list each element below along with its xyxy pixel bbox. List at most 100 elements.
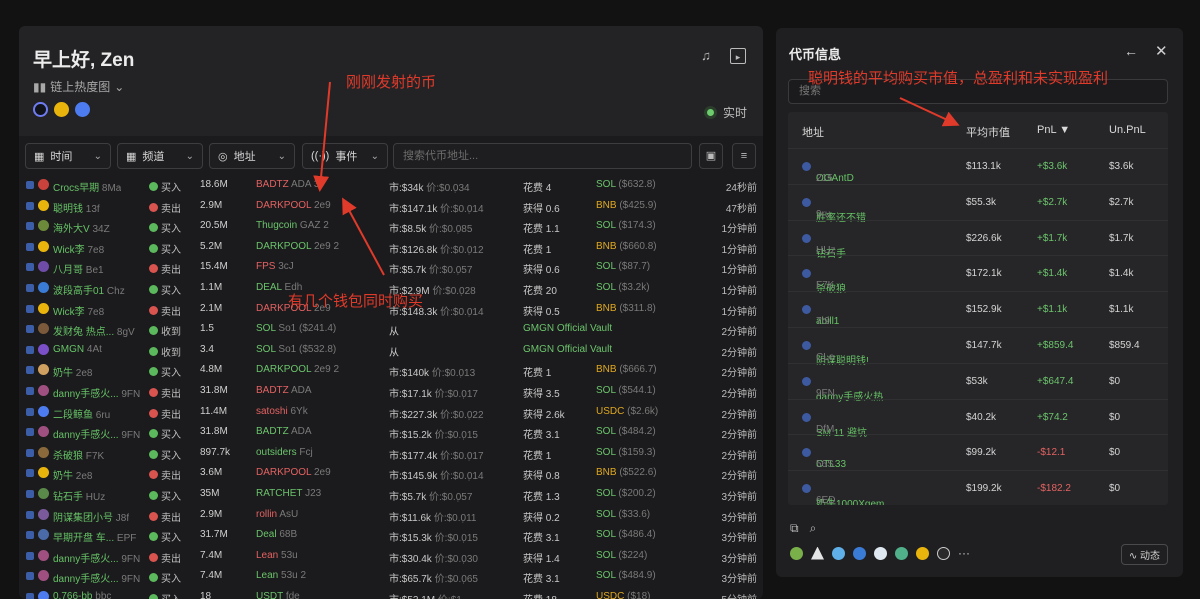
channel-filter[interactable]: ▦ 频道 ⌄	[117, 143, 203, 169]
wallet-name[interactable]: GMGN 4At	[53, 344, 102, 355]
wallet-name[interactable]: Wick李 7e8	[53, 241, 104, 256]
avatar[interactable]	[38, 467, 49, 479]
holder-row[interactable]: CTL33 56S $99.2k -$12.1 $0	[788, 434, 1168, 470]
holder-row[interactable]: abill1 7t9 $152.9k +$1.1k $1.1k	[788, 291, 1168, 327]
token-link[interactable]: DARKPOOL 2e9 2	[256, 364, 339, 375]
token-link[interactable]: BADTZ ADA	[256, 385, 312, 396]
folder-icon[interactable]: ▣	[699, 143, 723, 169]
token-link[interactable]: FPS 3cJ	[256, 261, 294, 272]
activity-row[interactable]: 八月哥 Be1 卖出 15.4M FPS 3cJ 市:$5.7k 价:$0.0̣57 获得…	[19, 257, 763, 278]
token-search-input[interactable]: 搜索代币地址...	[393, 143, 692, 169]
activity-row[interactable]: 奶牛 2e8 买入 4.8M DARKPOOL 2e9 2 市:$140k 价:$0.0…	[19, 360, 763, 381]
activity-row[interactable]: 聪明钱 13f 卖出 2.9M DARKPOOL 2e9 市:$147.1k 价:$0.…	[19, 196, 763, 217]
token-link[interactable]: DARKPOOL 2e9	[256, 467, 331, 478]
avatar[interactable]	[38, 179, 49, 190]
copy-icon[interactable]: ⧉	[790, 521, 799, 536]
holder-row[interactable]: SM 11 避坑 DfM $40.2k +$74.2 $0	[788, 398, 1168, 439]
activity-row[interactable]: 早期开盘 车... EPF 买入 31.7M Deal 68B 市:$15.3k 价:$…	[19, 525, 763, 546]
back-arrow-icon[interactable]: ←	[1124, 43, 1138, 59]
avatar[interactable]	[38, 590, 49, 599]
activity-row[interactable]: 海外大V 34Z 买入 20.5M Thugcoin GAZ 2 市:$8.5k 价:$…	[19, 216, 763, 237]
wallet-name[interactable]: 发财兔 热点... 8gV	[53, 323, 135, 338]
holder-row[interactable]: 胜率还不错 9ru $55.3k +$2.7k $2.7k	[788, 183, 1168, 224]
col-address[interactable]: 地址	[802, 124, 824, 140]
bnb-chain-icon[interactable]	[54, 102, 69, 117]
wallet-name[interactable]: 八月哥 Be1	[53, 261, 104, 276]
avatar[interactable]	[38, 426, 49, 438]
address-filter[interactable]: ◎ 地址 ⌄	[209, 143, 295, 169]
activity-row[interactable]: 钻石手 HUz 买入 35M RATCHET J23 市:$5.7k 价:$0.0̣57…	[19, 484, 763, 505]
wallet-name[interactable]: danny手感火... 9FN	[53, 385, 140, 400]
token-link[interactable]: satoshi 6Yk	[256, 406, 308, 417]
token-link[interactable]: BADTZ ADA 3	[256, 179, 319, 190]
avatar[interactable]	[38, 508, 49, 520]
photon-icon[interactable]	[853, 546, 866, 560]
avatar[interactable]	[38, 323, 49, 335]
bell-add-icon[interactable]: ♫	[698, 48, 714, 64]
avatar[interactable]	[38, 529, 49, 541]
settings-sliders-icon[interactable]: ≡	[732, 143, 756, 169]
token-link[interactable]: rollin AsU	[256, 509, 298, 520]
col-unpnl[interactable]: Un.PnL	[1109, 124, 1146, 136]
wallet-name[interactable]: Wick李 7e8	[53, 303, 104, 318]
token-link[interactable]: Lean 53u 2	[256, 570, 306, 581]
wallet-name[interactable]: Crocs早期 8Ma	[53, 179, 121, 194]
holder-row[interactable]: 阴谋聪明钱! CLe $147.7k +$859.4 $859.4	[788, 326, 1168, 367]
wallet-name[interactable]: danny手感火... 9FN	[53, 426, 140, 441]
heatmap-selector[interactable]: ▮▮ 链上热度图 ⌄	[33, 78, 124, 95]
wallet-name[interactable]: danny手感火... 9FN	[53, 570, 140, 585]
token-link[interactable]: Thugcoin GAZ 2	[256, 220, 329, 231]
activity-row[interactable]: danny手感火... 9FN 卖出 31.8M BADTZ ADA 市:$17.1k …	[19, 381, 763, 402]
token-link[interactable]: DARKPOOL 2e9	[256, 200, 331, 211]
token-link[interactable]: DARKPOOL 2e9 2	[256, 241, 339, 252]
more-icon[interactable]: ···	[958, 546, 970, 560]
axiom-icon[interactable]	[895, 546, 908, 560]
wallet-name[interactable]: 奶牛 2e8	[53, 364, 92, 379]
search-icon[interactable]: ⌕	[810, 521, 817, 536]
activity-row[interactable]: 二段鲸鱼 6ru 卖出 11.4M satoshi 6Yk 市:$227.3k 价:$0…	[19, 402, 763, 423]
solana-chain-icon[interactable]	[33, 102, 48, 117]
base-chain-icon[interactable]	[75, 102, 90, 117]
activity-row[interactable]: Crocs早期 8Ma 买入 18.6M BADTZ ADA 3 市:$34k 价:$0…	[19, 175, 763, 196]
dex-icon[interactable]	[937, 546, 950, 560]
close-icon[interactable]: ✕	[1155, 42, 1168, 60]
panel-toggle-icon[interactable]: ▸	[730, 48, 746, 64]
holder-row[interactable]: 杀破狼 F7K $172.1k +$1.4k $1.4k	[788, 255, 1168, 295]
avatar[interactable]	[38, 384, 49, 396]
wallet-name[interactable]: 聪明钱 13f	[53, 200, 100, 215]
avatar[interactable]	[38, 487, 49, 499]
live-indicator[interactable]: 实时	[706, 104, 747, 121]
activity-row[interactable]: 奶牛 2e8 卖出 3.6M DARKPOOL 2e9 市:$145.9k 价:$0.0…	[19, 463, 763, 484]
avatar[interactable]	[38, 549, 49, 561]
wallet-name[interactable]: 海外大V 34Z	[53, 220, 110, 235]
time-filter[interactable]: ▦ 时间 ⌄	[25, 143, 111, 169]
wallet-name[interactable]: 阴谋集团小号 J8f	[53, 509, 129, 524]
activity-row[interactable]: danny手感火... 9FN 买入 31.8M BADTZ ADA 市:$15.2k …	[19, 422, 763, 443]
token-link[interactable]: RATCHET J23	[256, 488, 321, 499]
wallet-name[interactable]: 奶牛 2e8	[53, 467, 92, 482]
activity-row[interactable]: GMGN 4At 收到 3.4 SOL So1 ($532.8) 从 GMGN Offi…	[19, 340, 763, 361]
token-link[interactable]: SOL So1 ($532.8)	[256, 344, 336, 355]
activity-row[interactable]: 0.766-bb bbc 买入 18 USDT fde 市:$52.1M 价:$1 花费 …	[19, 587, 763, 599]
wallet-name[interactable]: 早期开盘 车... EPF	[53, 529, 136, 544]
holder-row[interactable]: 钻石手 HUz $226.6k +$1.7k $1.7k	[788, 219, 1168, 260]
event-filter[interactable]: ((·)) 事件 ⌄	[302, 143, 388, 169]
holder-row[interactable]: 奶牛1000Xgem 6ED $199.2k -$182.2 $0	[788, 470, 1168, 505]
token-link[interactable]: Lean 53u	[256, 550, 298, 561]
activity-row[interactable]: 发财兔 热点... 8gV 收到 1.5 SOL So1 ($241.4) 从 GMGN…	[19, 319, 763, 340]
avatar[interactable]	[38, 302, 49, 314]
holder-row[interactable]: OGAntD 215 $113.1k +$3.6k $3.6k	[788, 148, 1168, 184]
avatar[interactable]	[38, 261, 49, 273]
wallet-name[interactable]: danny手感火... 9FN	[53, 550, 140, 565]
avatar[interactable]	[38, 281, 49, 293]
wallet-name[interactable]: 0.766-bb bbc	[53, 591, 111, 599]
avatar[interactable]	[38, 570, 49, 582]
avatar[interactable]	[38, 405, 49, 417]
pill-icon[interactable]	[874, 546, 887, 560]
bnb-icon[interactable]	[916, 546, 929, 560]
activity-row[interactable]: danny手感火... 9FN 卖出 7.4M Lean 53u 市:$30.4k 价:…	[19, 546, 763, 567]
token-link[interactable]: SOL So1 ($241.4)	[256, 323, 336, 334]
wallet-name[interactable]: 二段鲸鱼 6ru	[53, 406, 110, 421]
token-link[interactable]: USDT fde	[256, 591, 300, 599]
avatar[interactable]	[38, 199, 49, 211]
